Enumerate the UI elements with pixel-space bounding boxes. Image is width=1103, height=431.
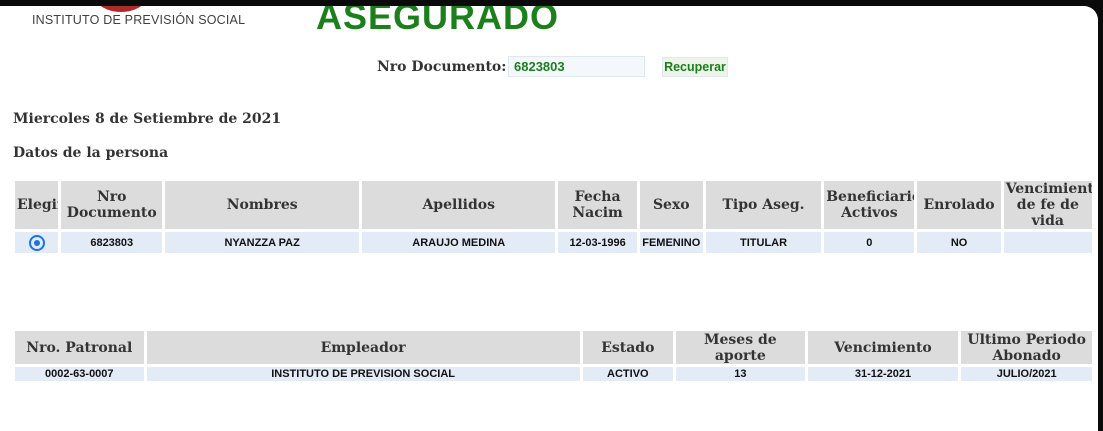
col-header-nro-patronal: Nro. Patronal xyxy=(15,331,144,364)
empleo-header-row: Nro. Patronal Empleador Estado Meses de … xyxy=(15,331,1092,364)
col-header-sexo: Sexo xyxy=(639,181,703,229)
cell-vencimiento-fe-vida xyxy=(1003,232,1092,253)
table-row: 0002-63-0007 INSTITUTO DE PREVISION SOCI… xyxy=(15,367,1092,381)
col-header-apellidos: Apellidos xyxy=(361,181,556,229)
col-header-nro-documento: Nro Documento xyxy=(61,181,163,229)
document-label: Nro Documento: xyxy=(377,59,507,75)
cell-sexo: FEMENINO xyxy=(639,232,703,253)
col-header-meses-aporte: Meses de aporte xyxy=(676,331,805,364)
cell-meses-aporte: 13 xyxy=(676,367,805,381)
col-header-vencimiento: Vencimiento xyxy=(807,331,959,364)
cell-ultimo-periodo: JULIO/2021 xyxy=(961,367,1092,381)
cell-estado: ACTIVO xyxy=(582,367,674,381)
cell-nombres: NYANZZA PAZ xyxy=(165,232,359,253)
table-row[interactable]: 6823803 NYANZZA PAZ ARAUJO MEDINA 12-03-… xyxy=(15,232,1092,253)
col-header-enrolado: Enrolado xyxy=(917,181,1001,229)
cell-tipo-aseg: TITULAR xyxy=(705,232,822,253)
col-header-elegir: Elegir xyxy=(15,181,59,229)
col-header-fecha-nacim: Fecha Nacim xyxy=(558,181,637,229)
page: INSTITUTO DE PREVISIÓN SOCIAL ASEGURADO … xyxy=(0,6,1098,431)
cell-nro-patronal: 0002-63-0007 xyxy=(15,367,144,381)
col-header-beneficiarios: Beneficiarios Activos xyxy=(824,181,915,229)
cell-nro-documento: 6823803 xyxy=(61,232,163,253)
cell-enrolado: NO xyxy=(917,232,1001,253)
select-radio[interactable] xyxy=(28,234,45,251)
cell-vencimiento: 31-12-2021 xyxy=(807,367,959,381)
page-title: ASEGURADO xyxy=(316,6,560,37)
persona-table: Elegir Nro Documento Nombres Apellidos F… xyxy=(12,178,1095,256)
col-header-nombres: Nombres xyxy=(165,181,359,229)
col-header-estado: Estado xyxy=(582,331,674,364)
elegir-cell[interactable] xyxy=(15,232,59,253)
org-name: INSTITUTO DE PREVISIÓN SOCIAL xyxy=(32,13,246,27)
col-header-ultimo-periodo: Ultimo Periodo Abonado xyxy=(961,331,1092,364)
cell-fecha-nacim: 12-03-1996 xyxy=(558,232,637,253)
document-number-input[interactable] xyxy=(508,56,645,77)
cell-empleador: INSTITUTO DE PREVISION SOCIAL xyxy=(146,367,580,381)
persona-section-title: Datos de la persona xyxy=(13,145,169,161)
current-date: Miercoles 8 de Setiembre de 2021 xyxy=(13,111,282,127)
col-header-tipo-aseg: Tipo Aseg. xyxy=(705,181,822,229)
col-header-empleador: Empleador xyxy=(146,331,580,364)
persona-header-row: Elegir Nro Documento Nombres Apellidos F… xyxy=(15,181,1092,229)
cell-apellidos: ARAUJO MEDINA xyxy=(361,232,556,253)
recuperar-button[interactable]: Recuperar xyxy=(662,57,728,77)
cell-beneficiarios: 0 xyxy=(824,232,915,253)
empleo-table: Nro. Patronal Empleador Estado Meses de … xyxy=(12,328,1095,384)
logo xyxy=(96,6,146,12)
col-header-vencimiento-fe-vida: Vencimiento de fe de vida xyxy=(1003,181,1092,229)
